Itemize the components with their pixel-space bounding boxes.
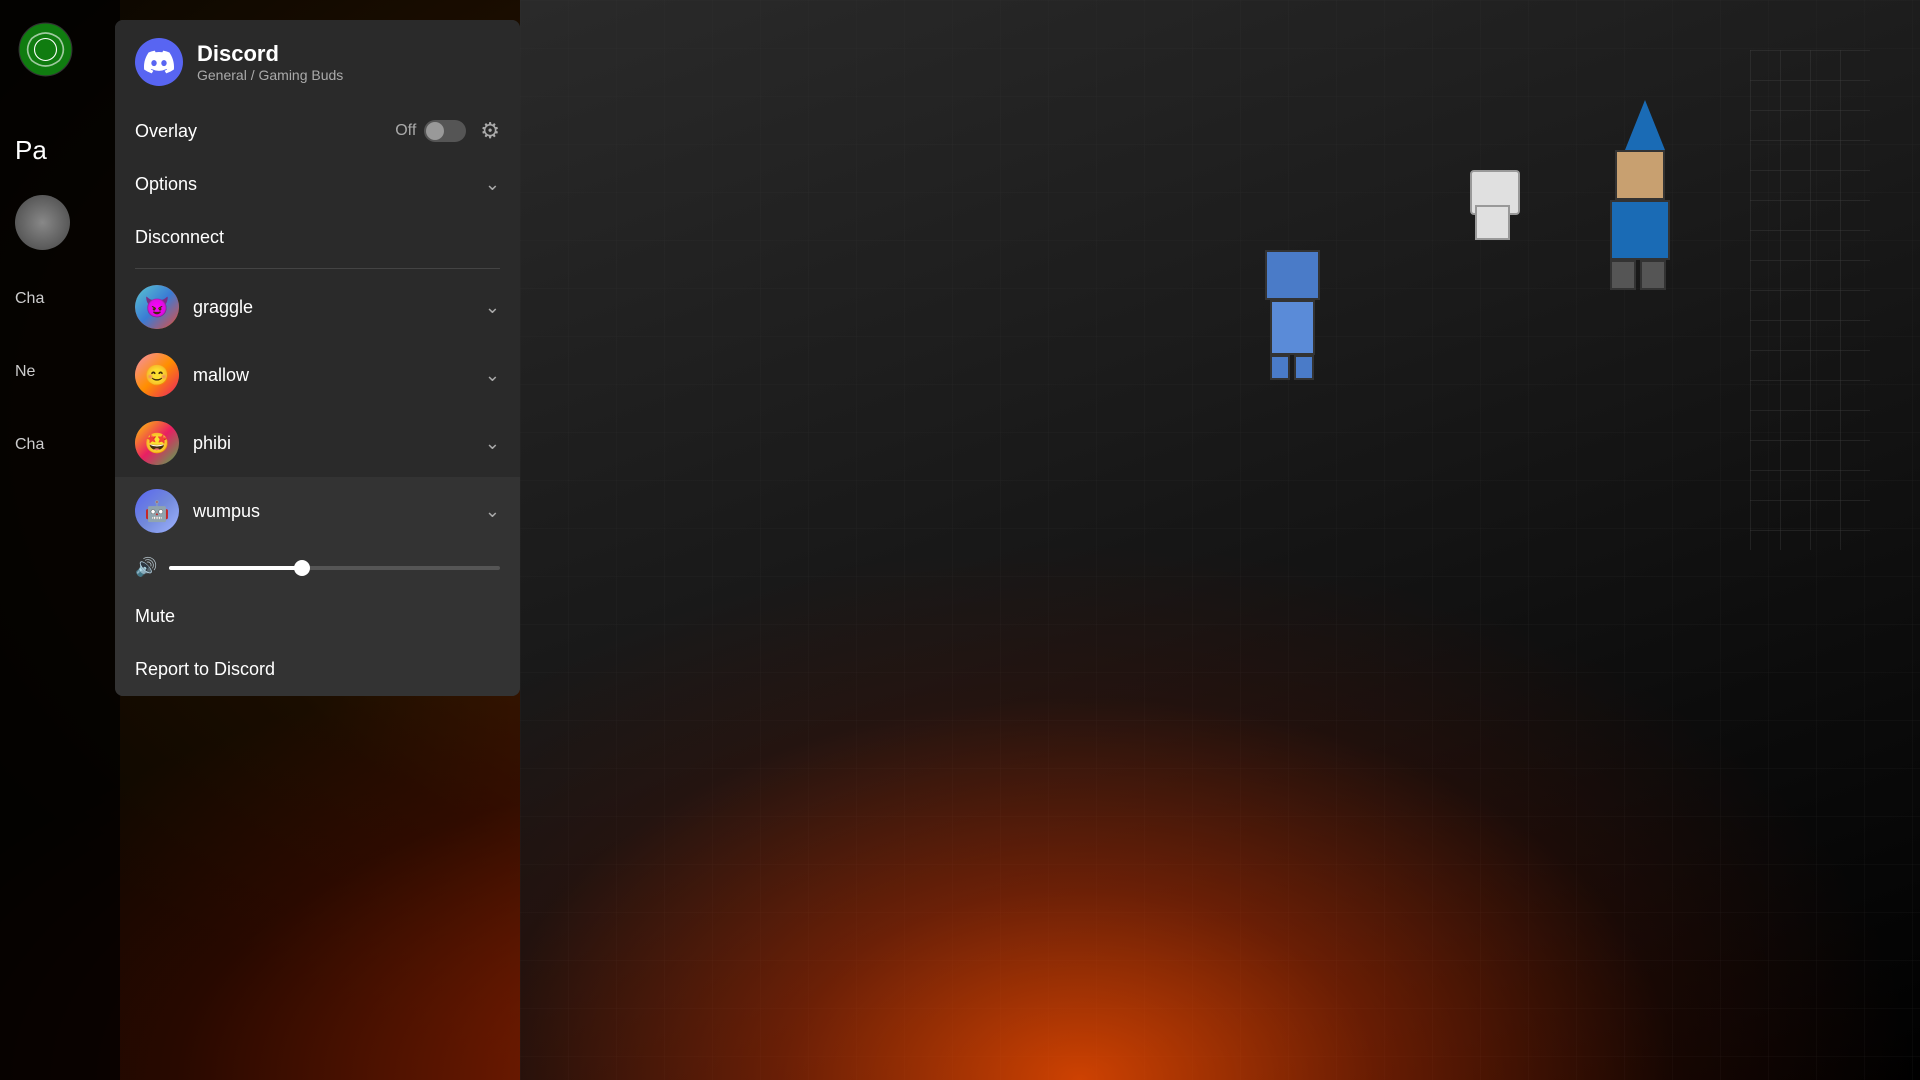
disconnect-label: Disconnect xyxy=(135,227,224,247)
overlay-label: Overlay xyxy=(135,121,395,142)
options-row[interactable]: Options ⌄ xyxy=(115,158,520,211)
settings-icon[interactable]: ⚙ xyxy=(480,118,500,144)
app-title: Discord xyxy=(197,41,343,67)
volume-thumb[interactable] xyxy=(294,560,310,576)
user-row-graggle[interactable]: 😈 graggle ⌄ xyxy=(115,273,520,341)
toggle-thumb xyxy=(426,122,444,140)
mute-row[interactable]: Mute xyxy=(115,590,520,643)
profile-avatar xyxy=(15,195,70,250)
divider xyxy=(135,268,500,269)
panel-header: Discord General / Gaming Buds xyxy=(115,20,520,104)
avatar-graggle: 😈 xyxy=(135,285,179,329)
nav-item-3: Cha xyxy=(15,436,44,454)
user-row-phibi[interactable]: 🤩 phibi ⌄ xyxy=(115,409,520,477)
username-wumpus: wumpus xyxy=(193,501,485,522)
volume-fill xyxy=(169,566,301,570)
avatar-wumpus: 🤖 xyxy=(135,489,179,533)
username-phibi: phibi xyxy=(193,433,485,454)
avatar-phibi: 🤩 xyxy=(135,421,179,465)
report-to-discord-row[interactable]: Report to Discord xyxy=(115,643,520,696)
nav-item-1: Cha xyxy=(15,290,44,308)
volume-icon: 🔊 xyxy=(135,557,157,578)
page-label: Pa xyxy=(15,135,47,166)
overlay-toggle[interactable]: Off xyxy=(395,120,466,142)
left-sidebar: Pa Cha Ne Cha xyxy=(0,0,120,1080)
disconnect-row[interactable]: Disconnect xyxy=(115,211,520,264)
toggle-track[interactable] xyxy=(424,120,466,142)
avatar-mallow: 😊 xyxy=(135,353,179,397)
username-mallow: mallow xyxy=(193,365,485,386)
wumpus-chevron-icon: ⌄ xyxy=(485,501,500,522)
discord-panel: Discord General / Gaming Buds Overlay Of… xyxy=(115,20,520,696)
mute-label: Mute xyxy=(135,606,175,626)
xbox-logo xyxy=(18,22,73,82)
app-subtitle: General / Gaming Buds xyxy=(197,67,343,83)
mallow-chevron-icon: ⌄ xyxy=(485,365,500,386)
username-graggle: graggle xyxy=(193,297,485,318)
phibi-chevron-icon: ⌄ xyxy=(485,433,500,454)
discord-logo-icon xyxy=(135,38,183,86)
options-label: Options xyxy=(135,174,485,195)
graggle-chevron-icon: ⌄ xyxy=(485,297,500,318)
user-row-wumpus[interactable]: 🤖 wumpus ⌄ xyxy=(115,477,520,545)
overlay-state-text: Off xyxy=(395,122,416,140)
overlay-row: Overlay Off ⚙ xyxy=(115,104,520,158)
user-row-mallow[interactable]: 😊 mallow ⌄ xyxy=(115,341,520,409)
header-text: Discord General / Gaming Buds xyxy=(197,41,343,83)
report-label: Report to Discord xyxy=(135,659,275,679)
nav-item-2: Ne xyxy=(15,363,44,381)
nav-items: Cha Ne Cha xyxy=(15,290,44,509)
options-chevron-icon: ⌄ xyxy=(485,174,500,195)
volume-slider[interactable] xyxy=(169,566,500,570)
volume-row: 🔊 xyxy=(115,545,520,590)
